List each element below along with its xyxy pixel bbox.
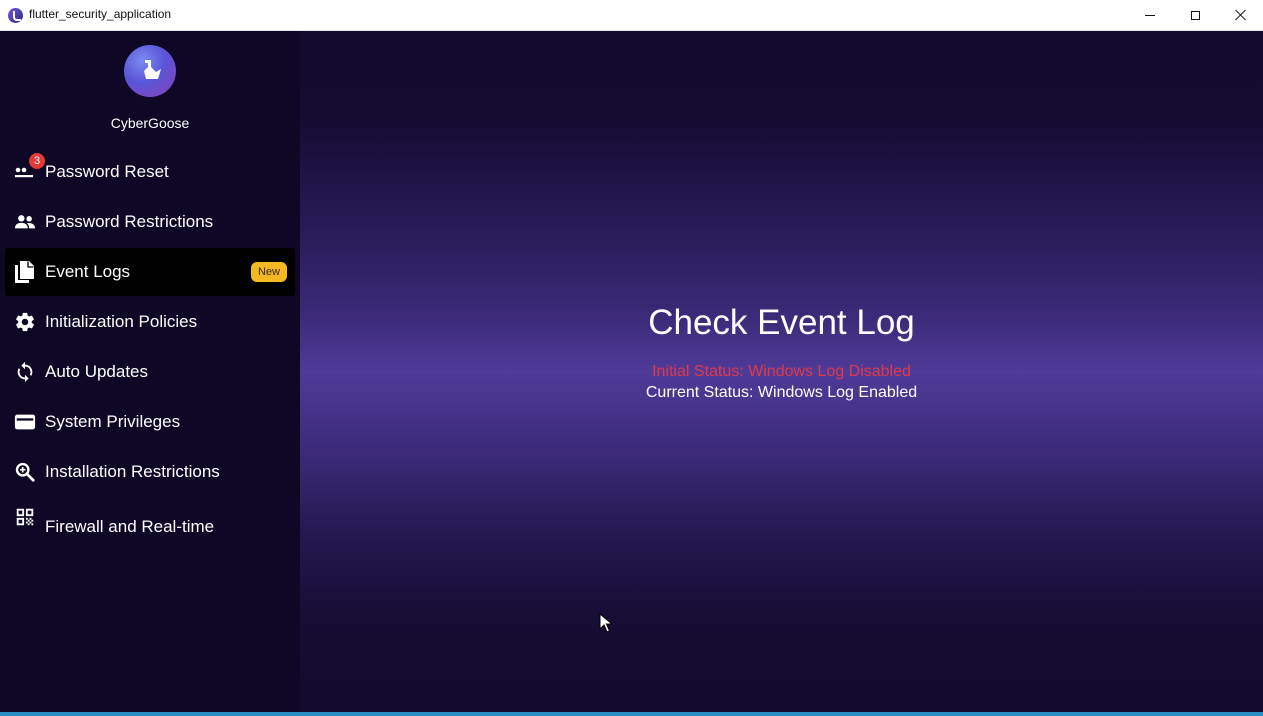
sidebar-item-password-restrictions[interactable]: Password Restrictions bbox=[5, 198, 295, 246]
close-icon bbox=[1235, 9, 1247, 21]
window-titlebar: flutter_security_application bbox=[0, 0, 1263, 31]
sidebar-item-event-logs[interactable]: Event Logs New bbox=[5, 248, 295, 296]
sidebar-item-initialization-policies[interactable]: Initialization Policies bbox=[5, 298, 295, 346]
new-badge: New bbox=[250, 262, 287, 282]
window-title: flutter_security_application bbox=[29, 7, 172, 21]
sidebar-item-label: Firewall and Real-time Protection State bbox=[45, 517, 215, 541]
card-icon bbox=[5, 398, 45, 446]
brand-name: CyberGoose bbox=[110, 115, 190, 131]
sidebar-item-label: Auto Updates bbox=[45, 362, 149, 381]
file-copy-icon bbox=[5, 248, 45, 296]
minimize-icon bbox=[1145, 14, 1155, 16]
sidebar-item-label: Initialization Policies bbox=[45, 312, 198, 331]
people-icon bbox=[5, 198, 45, 246]
maximize-button[interactable] bbox=[1172, 0, 1218, 30]
notification-count-badge: 3 bbox=[29, 153, 45, 169]
initial-status-text: Initial Status: Windows Log Disabled bbox=[652, 363, 911, 380]
gear-icon bbox=[5, 298, 45, 346]
maximize-icon bbox=[1190, 10, 1200, 20]
taskbar-edge bbox=[0, 712, 1263, 716]
sidebar-scroll-clip: Firewall and Real-time Protection State bbox=[5, 493, 295, 541]
qr-code-icon bbox=[5, 493, 45, 541]
sidebar-item-label: Event Logs bbox=[45, 262, 131, 281]
sidebar-item-label: System Privileges bbox=[45, 412, 181, 431]
sidebar-item-system-privileges[interactable]: System Privileges bbox=[5, 398, 295, 446]
sidebar-item-firewall[interactable]: Firewall and Real-time Protection State bbox=[5, 493, 295, 541]
sidebar-item-auto-updates[interactable]: Auto Updates bbox=[5, 348, 295, 396]
sidebar-item-installation-restrictions[interactable]: Installation Restrictions bbox=[5, 448, 295, 496]
app-icon bbox=[8, 8, 23, 23]
current-status-text: Current Status: Windows Log Enabled bbox=[645, 384, 918, 401]
minimize-button[interactable] bbox=[1127, 0, 1173, 30]
sidebar-item-label: Installation Restrictions bbox=[45, 462, 220, 481]
goose-icon bbox=[144, 60, 161, 79]
close-button[interactable] bbox=[1218, 0, 1263, 30]
password-dots-icon: 3 bbox=[5, 148, 45, 196]
sidebar: CyberGoose 3 Password Reset Password Res… bbox=[0, 31, 300, 712]
sidebar-item-password-reset[interactable]: 3 Password Reset bbox=[5, 148, 295, 196]
main-content: Check Event Log Initial Status: Windows … bbox=[300, 31, 1263, 712]
refresh-icon bbox=[5, 348, 45, 396]
page-title: Check Event Log bbox=[648, 303, 915, 342]
mouse-cursor-icon bbox=[599, 613, 613, 633]
sidebar-item-label: Password Reset bbox=[45, 162, 169, 181]
zoom-icon bbox=[5, 448, 45, 496]
cybergoose-logo bbox=[124, 45, 176, 97]
sidebar-item-label: Password Restrictions bbox=[45, 212, 214, 231]
